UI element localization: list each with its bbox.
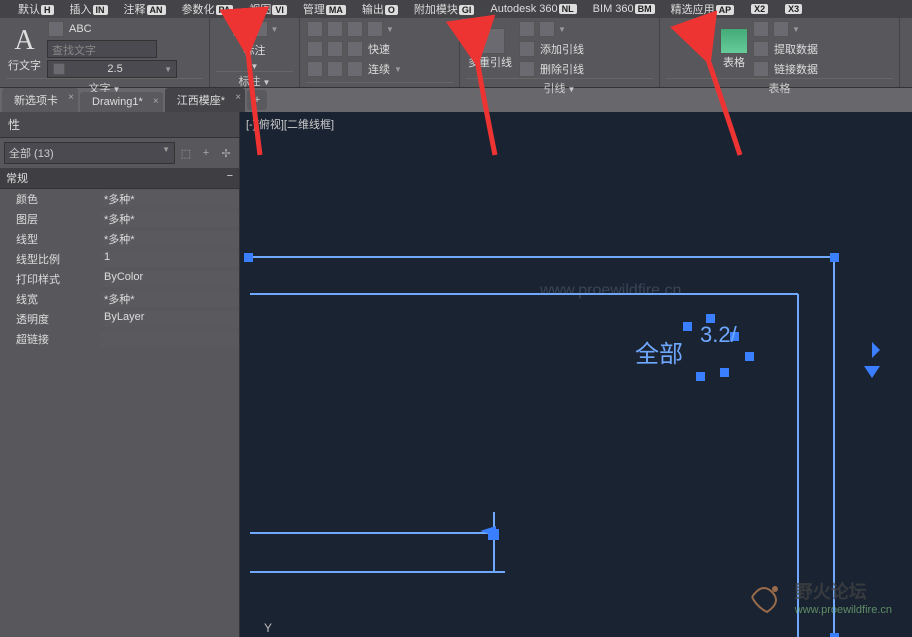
ribbon: A 行文字 ABC 查找文字 2.5▼ 文字▼ ▼ 标注 ▼ 标注▼ [0,18,912,88]
pick-icon[interactable]: ✢ [217,144,235,162]
icon[interactable] [307,21,323,37]
icon[interactable] [327,41,343,57]
icon[interactable] [753,21,769,37]
dim-icon[interactable] [232,21,248,37]
drawing-canvas[interactable]: [-][俯视][二维线框] www.proewildfire.cn [240,112,912,637]
ribbon-panel-dimension: ▼ 标注 ▼ 标注▼ [210,18,300,87]
ribbon-panel-misc: ▼ 快速 连续▼ [300,18,460,87]
text-style-icon[interactable] [48,21,64,37]
add-leader-icon[interactable] [519,41,535,57]
svg-text:Y: Y [264,621,272,635]
menu-tab[interactable]: 精选应用AP [663,1,743,17]
menu-tab[interactable]: Autodesk 360NL [482,3,584,15]
ribbon-panel-table: 表格 ▼ 提取数据 链接数据 表格 [660,18,900,87]
doc-tab[interactable]: 新选项卡× [2,88,78,112]
menu-tab[interactable]: 插入IN [62,1,116,17]
ribbon-panel-text: A 行文字 ABC 查找文字 2.5▼ 文字▼ [0,18,210,87]
text-icon[interactable]: A [14,25,34,57]
watermark-url: www.proewildfire.cn [795,604,892,616]
property-row[interactable]: 打印样式ByColor [0,269,239,289]
icon[interactable] [773,21,789,37]
property-row[interactable]: 透明度ByLayer [0,309,239,329]
text-size-input[interactable]: 2.5▼ [47,60,177,78]
menu-tab[interactable]: BIM 360BM [585,3,663,15]
viewport-label[interactable]: [-][俯视][二维线框] [246,116,334,132]
canvas-text[interactable]: 3.2/ [700,322,738,347]
panel-title[interactable] [306,82,453,85]
icon[interactable] [327,61,343,77]
multileader-button[interactable]: 多重引线 [466,54,514,70]
menu-tab-bar: 默认H 插入IN 注释AN 参数化PA 视图VI 管理MA 输出O 附加模块GI… [0,0,912,18]
link-data-button[interactable]: 链接数据 [772,61,820,77]
remove-leader-icon[interactable] [519,61,535,77]
remove-leader-button[interactable]: 删除引线 [538,61,586,77]
main-area: 性 全部 (13)▼ ⬚ + ✢ 常规− 颜色*多种*图层*多种*线型*多种*线… [0,112,912,637]
add-icon[interactable]: + [197,144,215,162]
doc-tab[interactable]: Drawing1*× [80,92,163,112]
icon[interactable] [307,61,323,77]
ribbon-panel-leader: 多重引线 ▼ 添加引线 删除引线 引线▼ [460,18,660,87]
selection-dropdown[interactable]: 全部 (13)▼ [4,142,175,164]
icon[interactable] [367,21,383,37]
property-row[interactable]: 颜色*多种* [0,189,239,209]
menu-tab[interactable]: 参数化PA [174,1,242,17]
menu-tab[interactable]: 附加模块GI [406,1,483,17]
close-icon[interactable]: × [68,92,74,103]
property-row[interactable]: 线型*多种* [0,229,239,249]
menu-tab[interactable]: 视图VI [241,1,295,17]
panel-title-table[interactable]: 表格 [666,78,893,97]
table-button[interactable]: 表格 [721,54,747,70]
icon[interactable] [539,21,555,37]
close-icon[interactable]: × [153,96,159,107]
find-text-input[interactable]: 查找文字 [47,40,157,58]
icon[interactable] [347,41,363,57]
doc-tab[interactable]: 江西模座*× [165,88,245,112]
menu-tab[interactable]: X2 [742,3,776,15]
menu-tab[interactable]: 注释AN [116,1,174,17]
menu-tab[interactable]: 管理MA [295,1,354,17]
new-tab-button[interactable]: + [247,90,267,110]
menu-tab[interactable]: 输出O [354,1,406,17]
close-icon[interactable]: × [235,92,241,103]
link-icon[interactable] [753,61,769,77]
watermark-logo-icon [747,577,787,617]
properties-title: 性 [0,112,239,138]
multileader-icon[interactable] [475,28,505,54]
properties-panel: 性 全部 (13)▼ ⬚ + ✢ 常规− 颜色*多种*图层*多种*线型*多种*线… [0,112,240,637]
dimension-button[interactable]: 标注 [242,42,268,58]
quick-button[interactable]: 快速 [366,41,392,57]
icon[interactable] [347,21,363,37]
dim-icon[interactable] [252,21,268,37]
icon[interactable] [519,21,535,37]
extract-data-button[interactable]: 提取数据 [772,41,820,57]
icon[interactable] [327,21,343,37]
props-section-header[interactable]: 常规− [0,168,239,189]
property-row[interactable]: 线宽*多种* [0,289,239,309]
watermark-name: 野火论坛 [795,578,892,604]
icon[interactable] [347,61,363,77]
watermark: 野火论坛 www.proewildfire.cn [747,577,892,617]
canvas-text[interactable]: 全部 [635,341,683,368]
menu-tab[interactable]: 默认H [10,1,62,17]
panel-title-leader[interactable]: 引线▼ [466,78,653,97]
add-leader-button[interactable]: 添加引线 [538,41,586,57]
property-row[interactable]: 线型比例1 [0,249,239,269]
extract-icon[interactable] [753,41,769,57]
menu-tab[interactable]: X3 [776,3,810,15]
icon[interactable] [307,41,323,57]
property-row[interactable]: 图层*多种* [0,209,239,229]
quick-select-icon[interactable]: ⬚ [177,144,195,162]
property-row[interactable]: 超链接 [0,329,239,349]
continuous-button[interactable]: 连续 [366,61,392,77]
multiline-text-button[interactable]: 行文字 [6,57,43,73]
table-icon[interactable] [720,28,748,54]
